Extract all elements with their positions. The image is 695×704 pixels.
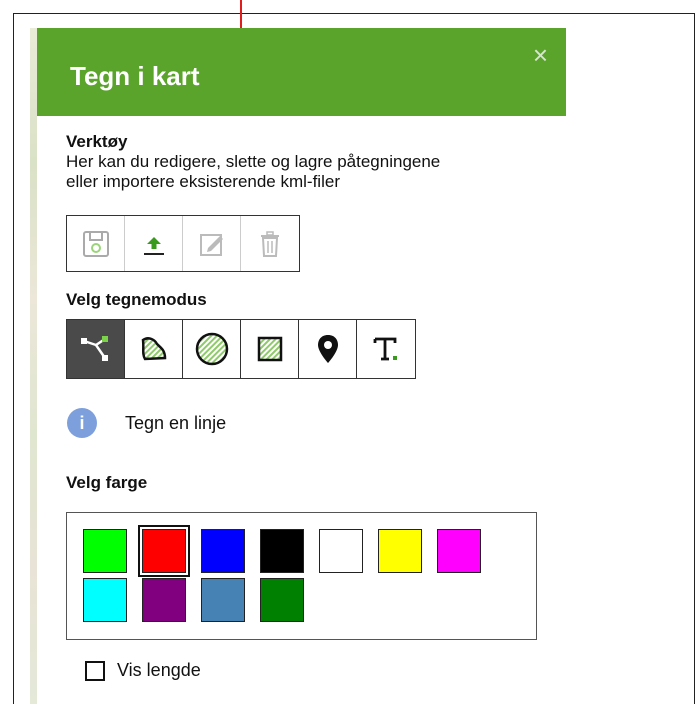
color-swatch[interactable]: [319, 529, 363, 573]
mode-polygon-button[interactable]: [125, 320, 183, 378]
color-swatch[interactable]: [201, 529, 245, 573]
tools-description-line2: eller importere eksisterende kml-filer: [66, 172, 340, 191]
text-icon: [373, 337, 397, 361]
info-text: Tegn en linje: [125, 412, 227, 433]
mode-line-button[interactable]: [67, 320, 125, 378]
color-swatch[interactable]: [437, 529, 481, 573]
draw-panel: Tegn i kart × Verktøy Her kan du rediger…: [37, 28, 566, 704]
info-row: i Tegn en linje: [67, 408, 226, 438]
circle-icon: [195, 332, 228, 366]
line-mode-icon: [80, 336, 108, 361]
color-swatch[interactable]: [142, 529, 186, 573]
color-swatch[interactable]: [142, 578, 186, 622]
tools-toolbar: [66, 215, 300, 272]
mode-rectangle-button[interactable]: [241, 320, 299, 378]
mode-circle-button[interactable]: [183, 320, 241, 378]
show-length-checkbox[interactable]: [85, 660, 105, 681]
color-swatch[interactable]: [378, 529, 422, 573]
show-length-row: Vis lengde: [85, 660, 201, 681]
color-swatch[interactable]: [260, 529, 304, 573]
edit-icon: [199, 233, 223, 256]
color-swatch[interactable]: [260, 578, 304, 622]
panel-title: Tegn i kart: [70, 61, 200, 91]
close-button[interactable]: ×: [533, 42, 548, 68]
info-icon: i: [67, 408, 97, 438]
draw-mode-title: Velg tegnemodus: [66, 290, 207, 309]
trash-icon: [261, 230, 279, 257]
panel-header: Tegn i kart ×: [37, 28, 566, 116]
mode-text-button[interactable]: [357, 320, 415, 378]
show-length-label: Vis lengde: [117, 660, 201, 680]
import-button[interactable]: [125, 216, 183, 271]
mode-marker-button[interactable]: [299, 320, 357, 378]
delete-button[interactable]: [241, 216, 299, 271]
upload-icon: [143, 236, 164, 255]
color-palette: [66, 512, 537, 640]
save-icon: [82, 230, 109, 257]
color-swatch[interactable]: [201, 578, 245, 622]
rectangle-icon: [257, 336, 282, 362]
color-swatch[interactable]: [83, 578, 127, 622]
color-section-title: Velg farge: [66, 473, 148, 492]
tools-section-title: Verktøy: [66, 132, 128, 151]
draw-mode-toolbar: [66, 319, 416, 379]
freehand-polygon-icon: [141, 337, 166, 361]
save-button[interactable]: [67, 216, 125, 271]
edit-button[interactable]: [183, 216, 241, 271]
tools-description-line1: Her kan du redigere, slette og lagre påt…: [66, 152, 441, 171]
color-swatch[interactable]: [83, 529, 127, 573]
marker-pin-icon: [317, 335, 338, 363]
